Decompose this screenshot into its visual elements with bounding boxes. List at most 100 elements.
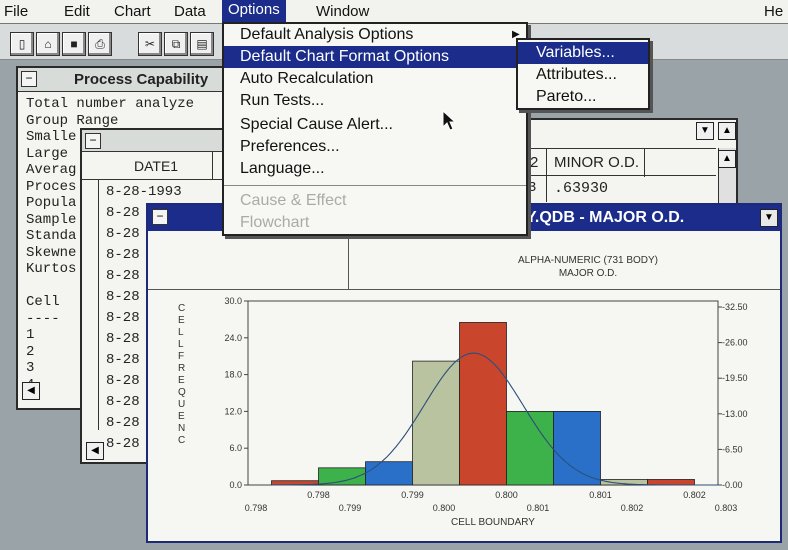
submenu-item-pareto[interactable]: Pareto... — [518, 86, 648, 108]
data-grid-window: ▼ ▲ 2 MINOR O.D. 3 .63930 ▲ — [520, 118, 738, 210]
x-tick-label-lower: 0.799 — [339, 503, 362, 513]
y-tick-label: 0.0 — [229, 480, 242, 490]
copy-icon[interactable]: ⧉ — [164, 32, 188, 56]
process-window-title: Process Capability — [74, 71, 209, 88]
new-file-icon[interactable]: ▯ — [10, 32, 34, 56]
menu-item-special-cause-alert[interactable]: Special Cause Alert... — [224, 114, 526, 136]
vertical-scrollbar[interactable]: ▲ — [718, 148, 736, 204]
x-axis-label: CELL BOUNDARY — [451, 517, 535, 528]
column-number: 2 — [530, 154, 539, 171]
y-tick-label: 24.0 — [224, 333, 242, 343]
chart-window-minimize-icon[interactable]: ▼ — [760, 209, 778, 227]
date-system-menu-icon[interactable]: − — [85, 133, 101, 149]
date-cell[interactable]: 8-28 — [106, 268, 140, 284]
menu-data[interactable]: Data — [174, 3, 206, 20]
y2-tick-label: -6.50 — [722, 444, 743, 454]
x-tick-label-lower: 0.798 — [245, 503, 268, 513]
histogram-bar — [647, 479, 695, 486]
minor-od-column-header: MINOR O.D. — [554, 154, 639, 171]
menu-item-default-analysis-options[interactable]: Default Analysis Options — [224, 24, 526, 46]
menu-file[interactable]: File — [4, 3, 28, 20]
menu-item-language[interactable]: Language... — [224, 158, 526, 180]
date-scroll-left-icon[interactable]: ◀ — [86, 442, 104, 460]
process-stat-line: 1 — [26, 327, 35, 343]
scroll-up-icon[interactable]: ▲ — [718, 122, 736, 140]
options-menu: Default Analysis Options Default Chart Fo… — [222, 22, 528, 236]
submenu-item-attributes[interactable]: Attributes... — [518, 64, 648, 86]
save-icon[interactable]: ■ — [62, 32, 86, 56]
process-stat-line: Large — [26, 145, 69, 162]
process-stat-line: Sample — [26, 211, 77, 228]
menu-item-run-tests[interactable]: Run Tests... — [224, 90, 526, 112]
y2-tick-label: -19.50 — [722, 373, 748, 383]
menu-item-flowchart: Flowchart — [240, 214, 310, 231]
date-cell[interactable]: 8-28 — [106, 310, 140, 326]
scroll-left-icon[interactable]: ◀ — [22, 382, 40, 400]
histogram-bar — [459, 322, 507, 486]
menu-chart[interactable]: Chart — [114, 3, 151, 20]
x-tick-label-upper: 0.802 — [683, 490, 706, 500]
process-stat-line: Standa — [26, 228, 77, 244]
menu-edit[interactable]: Edit — [64, 3, 90, 20]
x-tick-label-upper: 0.798 — [307, 490, 330, 500]
open-folder-icon[interactable]: ⌂ — [36, 32, 60, 56]
chart-title: ALPHA-NUMERIC (731 BODY) — [518, 255, 658, 266]
data-header-row: 2 MINOR O.D. — [522, 148, 716, 177]
chart-format-submenu: Variables... Attributes... Pareto... — [516, 38, 650, 110]
date-header-row: DATE1 — [82, 152, 238, 180]
y-tick-label: 6.0 — [229, 443, 242, 453]
menu-window[interactable]: Window — [316, 3, 369, 20]
date-cell[interactable]: 8-28 — [106, 289, 140, 305]
date-cell[interactable]: 8-28 — [106, 205, 140, 221]
menu-help[interactable]: He — [764, 3, 783, 20]
process-stat-line: 3 — [26, 360, 35, 376]
dropdown-icon[interactable]: ▼ — [696, 122, 714, 140]
menu-item-auto-recalculation[interactable]: Auto Recalculation — [224, 68, 526, 90]
date-cell[interactable]: 8-28 — [106, 373, 140, 389]
y-tick-label: 30.0 — [224, 296, 242, 306]
x-tick-label-upper: 0.801 — [589, 490, 612, 500]
process-stat-line: Total number analyze — [26, 96, 195, 112]
y2-tick-label: -32.50 — [722, 302, 748, 312]
process-stat-line: Cell — [26, 294, 60, 310]
process-stat-line: Popula — [26, 195, 77, 211]
menu-item-preferences[interactable]: Preferences... — [224, 136, 526, 158]
histogram-bar — [412, 360, 460, 486]
chart-system-menu-icon[interactable]: − — [152, 209, 168, 225]
chart-window: − Y.QDB - MAJOR O.D. ▼ ALPHA-NUMERIC (73… — [146, 203, 782, 543]
paste-icon[interactable]: ▤ — [190, 32, 214, 56]
mouse-cursor-icon — [442, 110, 457, 131]
y2-tick-label: -26.00 — [722, 338, 748, 348]
date-cell[interactable]: 8-28 — [106, 436, 140, 452]
histogram-bar — [506, 410, 554, 486]
chart-subtitle: MAJOR O.D. — [559, 268, 617, 279]
date-cell[interactable]: 8-28 — [106, 331, 140, 347]
menu-item-cause-effect: Cause & Effect — [240, 192, 347, 209]
menu-item-default-chart-format-options[interactable]: Default Chart Format Options — [224, 46, 526, 68]
cut-icon[interactable]: ✂ — [138, 32, 162, 56]
date-cell[interactable]: 8-28 — [106, 247, 140, 263]
y-axis-label: CELLFREQUENC — [178, 303, 186, 446]
row-number: 3 — [528, 180, 537, 196]
date-cell[interactable]: 8-28-1993 — [106, 184, 182, 200]
date-cell[interactable]: 8-28 — [106, 394, 140, 410]
menu-options[interactable]: Options — [222, 0, 286, 22]
process-stat-line: 2 — [26, 343, 35, 360]
scroll-up-arrow-icon[interactable]: ▲ — [718, 150, 736, 168]
y2-tick-label: -0.00 — [722, 480, 743, 490]
y-tick-label: 18.0 — [224, 370, 242, 380]
date-cell[interactable]: 8-28 — [106, 226, 140, 242]
date-cell[interactable]: 8-28 — [106, 352, 140, 368]
print-icon[interactable]: ⎙ — [88, 32, 112, 56]
x-tick-label-upper: 0.799 — [401, 490, 424, 500]
minor-od-value: .63930 — [554, 180, 609, 197]
process-stat-line: Skewne — [26, 244, 77, 261]
date-cell[interactable]: 8-28 — [106, 415, 140, 431]
process-stat-line: Kurtos — [26, 261, 77, 277]
system-menu-icon[interactable]: − — [21, 71, 37, 87]
process-stat-line: ---- — [26, 310, 60, 327]
chart-window-title: Y.QDB - MAJOR O.D. — [526, 209, 685, 226]
histogram-chart: ALPHA-NUMERIC (731 BODY) MAJOR O.D. C E L L F R… — [178, 255, 748, 528]
submenu-item-variables[interactable]: Variables... — [518, 42, 648, 64]
x-tick-label-lower: 0.802 — [621, 503, 644, 513]
